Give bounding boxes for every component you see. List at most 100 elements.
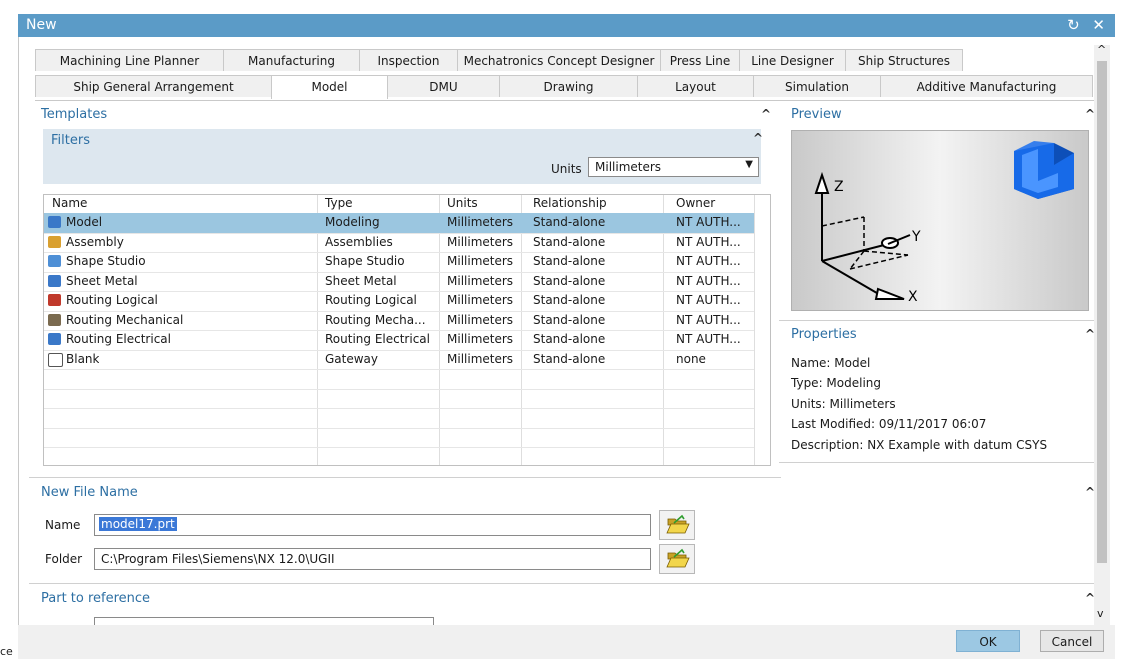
scroll-down-icon[interactable]: v — [1097, 607, 1104, 620]
tab-inspection[interactable]: Inspection — [359, 49, 458, 71]
table-cell-name: Sheet Metal — [66, 273, 138, 288]
table-cell-relationship: Stand-alone — [533, 215, 606, 229]
tab-machining-line-planner[interactable]: Machining Line Planner — [35, 49, 224, 71]
table-cell-owner: NT AUTH... — [676, 293, 741, 307]
templates-collapse-icon[interactable]: ^ — [761, 107, 771, 121]
axis-x-label: X — [908, 289, 918, 305]
table-cell-relationship: Stand-alone — [533, 234, 606, 249]
filters-panel: Filters ^ Units Millimeters ▼ — [43, 129, 763, 184]
tab-press-line[interactable]: Press Line — [660, 49, 740, 71]
browse-folder-button[interactable] — [659, 544, 695, 574]
property-type: Type: Modeling — [791, 376, 882, 390]
column-header-name[interactable]: Name — [52, 196, 87, 210]
ok-button[interactable]: OK — [956, 630, 1020, 652]
row-gridline — [44, 388, 754, 390]
name-input[interactable]: model17.prt — [94, 514, 651, 536]
csys-preview-graphic: Z Y X — [814, 141, 1074, 305]
table-cell-type: Gateway — [325, 351, 379, 366]
table-row[interactable]: Model Modeling Millimeters Stand-alone NT AU… — [44, 213, 754, 233]
table-cell-units: Millimeters — [447, 332, 514, 346]
tab-row-1: Machining Line Planner Manufacturing Inspe… — [35, 49, 963, 72]
table-header: Name Type Units Relationship Owner — [44, 195, 770, 211]
tab-dmu[interactable]: DMU — [387, 75, 500, 97]
table-cell-type: Routing Mecha... — [325, 312, 426, 327]
window-title: New — [26, 17, 57, 33]
cancel-button[interactable]: Cancel — [1040, 630, 1104, 652]
units-select[interactable]: Millimeters ▼ — [588, 157, 759, 177]
table-row[interactable]: Routing Logical Routing Logical Millimeter… — [44, 291, 754, 311]
table-cell-name: Routing Electrical — [66, 332, 171, 346]
axis-z-label: Z — [834, 179, 844, 195]
table-cell-type: Modeling — [325, 215, 380, 229]
column-divider — [754, 195, 755, 465]
tab-ship-general-arrangement[interactable]: Ship General Arrangement — [35, 75, 272, 97]
table-row[interactable]: Shape Studio Shape Studio Millimeters Stand… — [44, 252, 754, 272]
tab-layout[interactable]: Layout — [637, 75, 754, 97]
row-gridline — [44, 271, 754, 273]
table-cell-name: Routing Mechanical — [66, 312, 184, 327]
tab-simulation[interactable]: Simulation — [753, 75, 881, 97]
table-row[interactable]: Assembly Assemblies Millimeters Stand-alone… — [44, 233, 754, 253]
open-folder-icon — [666, 548, 690, 568]
column-header-units[interactable]: Units — [447, 196, 478, 210]
table-cell-name: Shape Studio — [66, 254, 146, 268]
table-row[interactable]: Blank Gateway Millimeters Stand-alone none — [44, 350, 754, 370]
row-gridline — [44, 310, 754, 312]
window-controls[interactable]: ↻ ✕ — [1067, 16, 1109, 34]
tab-line-designer[interactable]: Line Designer — [739, 49, 846, 71]
table-cell-name: Blank — [66, 351, 100, 366]
table-cell-relationship: Stand-alone — [533, 293, 606, 307]
template-icon — [48, 274, 61, 287]
part-reference-input[interactable] — [94, 617, 434, 625]
column-header-owner[interactable]: Owner — [676, 196, 715, 210]
table-row[interactable]: Routing Mechanical Routing Mecha... Millim… — [44, 311, 754, 331]
template-icon — [48, 294, 61, 306]
row-gridline — [44, 349, 754, 351]
tab-additive-manufacturing[interactable]: Additive Manufacturing — [880, 75, 1093, 97]
table-row[interactable]: Sheet Metal Sheet Metal Millimeters Stand-a… — [44, 272, 754, 292]
table-cell-units: Millimeters — [447, 215, 514, 229]
chevron-down-icon: ▼ — [745, 159, 753, 170]
templates-table: Name Type Units Relationship Owner Model… — [43, 194, 771, 466]
template-icon — [48, 235, 61, 248]
tab-row-2: Ship General Arrangement Model DMU Drawing L… — [35, 75, 1093, 99]
row-gridline — [44, 330, 754, 331]
table-cell-owner: NT AUTH... — [676, 215, 741, 229]
table-cell-owner: NT AUTH... — [676, 273, 741, 288]
name-label: Name — [45, 518, 81, 532]
table-cell-type: Assemblies — [325, 234, 393, 249]
template-icon — [48, 216, 61, 228]
dialog-footer: OK Cancel — [18, 625, 1115, 659]
browse-name-button[interactable] — [659, 510, 695, 540]
table-cell-name: Model — [66, 215, 103, 229]
table-cell-units: Millimeters — [447, 254, 514, 268]
row-gridline — [44, 232, 754, 234]
tab-model[interactable]: Model — [271, 75, 388, 99]
part-to-reference-title: Part to reference — [41, 591, 151, 606]
edge-text: ce — [0, 645, 13, 658]
top-strip — [0, 0, 1146, 14]
table-row[interactable]: Routing Electrical Routing Electrical Mill… — [44, 330, 754, 350]
units-select-value: Millimeters — [595, 160, 662, 174]
column-header-relationship[interactable]: Relationship — [533, 196, 607, 210]
filters-collapse-icon[interactable]: ^ — [753, 131, 763, 145]
table-cell-type: Routing Electrical — [325, 332, 430, 346]
row-gridline — [44, 408, 754, 409]
table-cell-owner: none — [676, 351, 706, 366]
scroll-up-icon[interactable]: ^ — [1097, 43, 1106, 56]
preview-image: Z Y X — [791, 130, 1089, 311]
tab-mechatronics-concept-designer[interactable]: Mechatronics Concept Designer — [457, 49, 661, 71]
templates-title: Templates — [41, 107, 108, 122]
table-cell-units: Millimeters — [447, 234, 514, 249]
scrollbar-thumb[interactable] — [1097, 61, 1107, 563]
table-cell-units: Millimeters — [447, 351, 514, 366]
property-units: Units: Millimeters — [791, 397, 896, 411]
units-label: Units — [551, 162, 582, 176]
property-last-modified: Last Modified: 09/11/2017 06:07 — [791, 417, 987, 431]
tab-ship-structures[interactable]: Ship Structures — [845, 49, 963, 71]
folder-input[interactable]: C:\Program Files\Siemens\NX 12.0\UGII — [94, 548, 651, 570]
tab-drawing[interactable]: Drawing — [499, 75, 638, 97]
tab-manufacturing[interactable]: Manufacturing — [223, 49, 360, 71]
column-header-type[interactable]: Type — [325, 196, 353, 210]
name-input-value: model17.prt — [99, 517, 177, 531]
